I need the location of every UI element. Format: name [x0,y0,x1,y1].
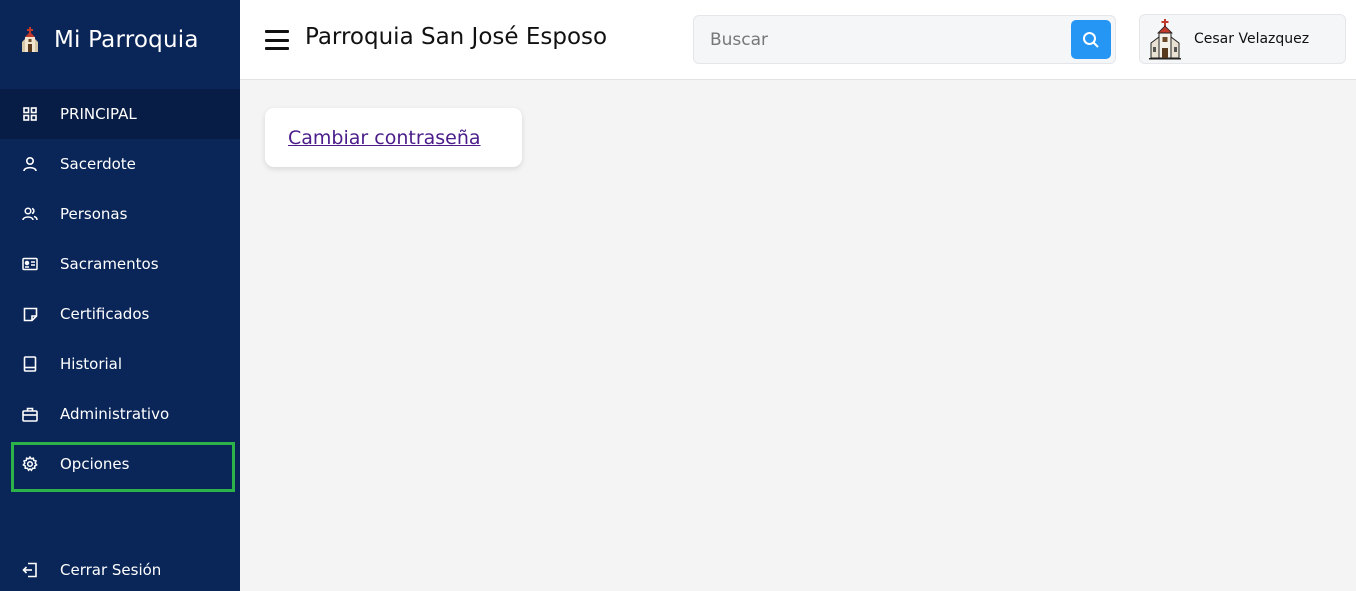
sidebar-item-label: Administrativo [60,405,170,423]
top-header: Parroquia San José Esposo Cesar Velazque… [240,0,1356,80]
sidebar-item-label: Sacerdote [60,155,136,173]
logout-icon [21,561,39,579]
sidebar-item-sacerdote[interactable]: Sacerdote [0,139,240,189]
user-profile-button[interactable]: Cesar Velazquez [1139,14,1346,64]
users-icon [21,205,39,223]
search-button[interactable] [1071,20,1111,59]
sidebar-item-label: PRINCIPAL [60,105,137,123]
gear-icon [21,455,39,473]
sidebar-item-label: Sacramentos [60,255,159,273]
church-icon [22,27,38,52]
briefcase-icon [21,405,39,423]
user-name: Cesar Velazquez [1194,31,1310,47]
sidebar-item-historial[interactable]: Historial [0,339,240,389]
logout-label: Cerrar Sesión [60,561,162,579]
church-avatar-icon [1149,19,1181,60]
search-box [693,15,1116,64]
sidebar-item-label: Opciones [60,455,130,473]
sidebar-item-label: Certificados [60,305,150,323]
user-icon [21,155,39,173]
options-card: Cambiar contraseña [265,108,522,167]
sidebar-item-label: Personas [60,205,128,223]
search-input[interactable] [694,16,1064,63]
page-title: Parroquia San José Esposo [305,24,608,50]
sidebar-item-label: Historial [60,355,123,373]
sidebar-item-opciones[interactable]: Opciones [0,439,240,492]
logout-button[interactable]: Cerrar Sesión [0,549,240,591]
sidebar-item-sacramentos[interactable]: Sacramentos [0,239,240,289]
hamburger-menu-button[interactable] [264,29,290,51]
id-card-icon [21,255,39,273]
menu-bar [265,38,289,42]
sidebar-item-administrativo[interactable]: Administrativo [0,389,240,439]
sidebar-item-principal[interactable]: PRINCIPAL [0,89,240,139]
search-icon [1083,31,1099,48]
book-icon [21,355,39,373]
change-password-link[interactable]: Cambiar contraseña [288,127,481,149]
grid-icon [21,105,39,123]
menu-bar [265,47,289,50]
note-icon [21,305,39,323]
sidebar-nav: PRINCIPAL Sacerdote Personas Sacramentos… [0,89,240,492]
brand[interactable]: Mi Parroquia [0,0,240,80]
brand-name: Mi Parroquia [54,27,199,53]
sidebar-item-certificados[interactable]: Certificados [0,289,240,339]
menu-bar [265,30,289,33]
sidebar: Mi Parroquia PRINCIPAL Sacerdote Persona… [0,0,240,591]
sidebar-item-personas[interactable]: Personas [0,189,240,239]
